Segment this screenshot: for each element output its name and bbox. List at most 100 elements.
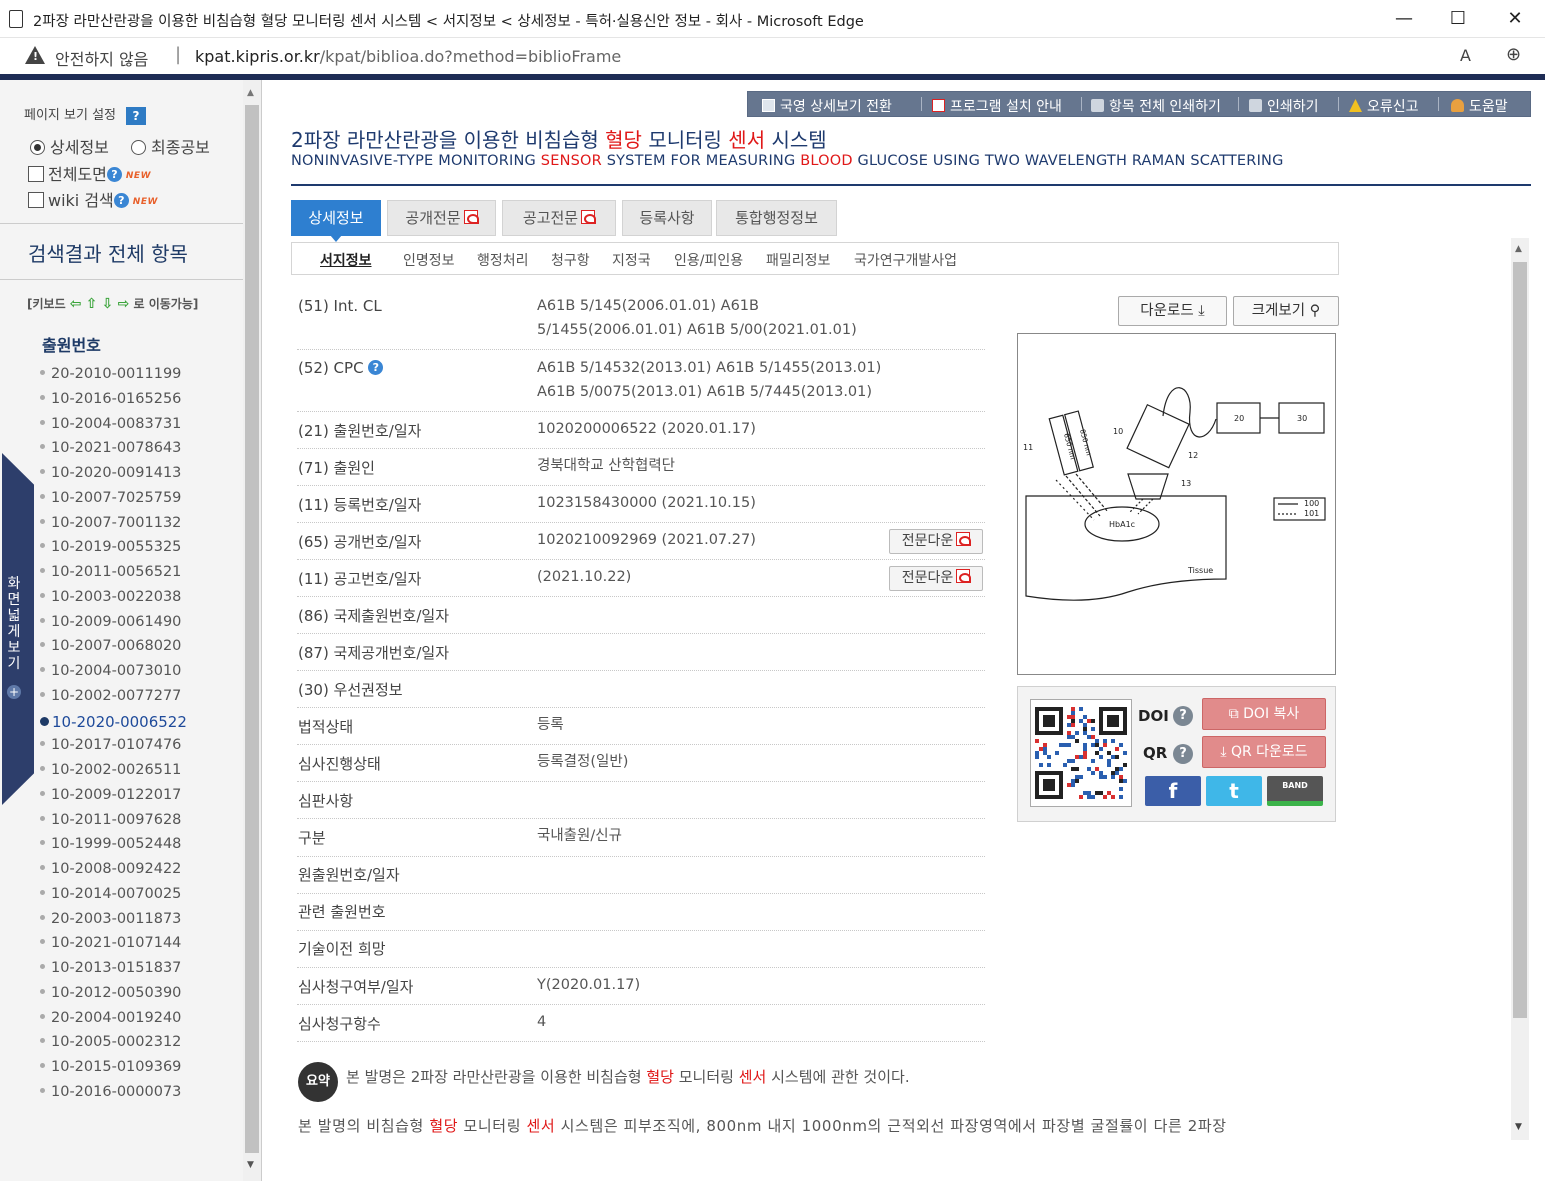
app-number-item[interactable]: 10-2007-7025759	[40, 490, 240, 515]
tab-detail[interactable]: 상세정보	[291, 200, 381, 242]
read-aloud-icon[interactable]: A	[1460, 46, 1471, 65]
app-number-item[interactable]: 10-2019-0055325	[40, 539, 240, 564]
app-number-item[interactable]: 10-1999-0052448	[40, 836, 240, 861]
title-text: 2파장 라만산란광을 이용한 비침습형	[291, 128, 606, 152]
app-number-item[interactable]: 10-2021-0107144	[40, 935, 240, 960]
report-error-button[interactable]: 오류신고	[1349, 96, 1419, 116]
tab-registration[interactable]: 등록사항	[622, 200, 712, 236]
app-number-item[interactable]: 10-2020-0091413	[40, 465, 240, 490]
help-icon[interactable]: ?	[368, 360, 384, 375]
tab-ann-full[interactable]: 공고전문	[502, 200, 616, 236]
maximize-button[interactable]: ☐	[1435, 6, 1481, 32]
close-button[interactable]: ✕	[1492, 6, 1538, 32]
representative-drawing[interactable]: 11 10 12 13 20 30 100 101 HbA1c Tissue 6…	[1017, 333, 1336, 675]
qr-download-button[interactable]: ⤓ QR 다운로드	[1202, 736, 1326, 768]
url-text[interactable]: kpat.kipris.or.kr/kpat/biblioa.do?method…	[195, 47, 621, 66]
warning-icon[interactable]	[25, 46, 45, 64]
address-bar[interactable]: 안전하지 않음 | kpat.kipris.or.kr/kpat/biblioa…	[0, 38, 1545, 74]
help-icon[interactable]: ?	[113, 193, 129, 208]
app-number-item[interactable]: 20-2004-0019240	[40, 1010, 240, 1035]
subtab-citation[interactable]: 인용/피인용	[674, 250, 743, 270]
facebook-icon[interactable]: f	[1145, 776, 1201, 806]
app-number-item[interactable]: 10-2011-0097628	[40, 812, 240, 837]
app-number-item[interactable]: 10-2005-0002312	[40, 1034, 240, 1059]
qr-module	[1123, 779, 1127, 783]
scroll-down-icon[interactable]: ▼	[1515, 1122, 1522, 1132]
doi-copy-button[interactable]: ⧉ DOI 복사	[1202, 698, 1326, 730]
subtab-rnd[interactable]: 국가연구개발사업	[854, 250, 957, 270]
app-number-item[interactable]: 20-2010-0011199	[40, 366, 240, 391]
english-view-button[interactable]: 국영 상세보기 전환	[762, 96, 892, 116]
qr-module	[1059, 743, 1063, 747]
twitter-icon[interactable]: t	[1206, 776, 1262, 806]
subtab-family[interactable]: 패밀리정보	[766, 250, 830, 270]
subtab-people[interactable]: 인명정보	[403, 250, 455, 270]
scroll-up-icon[interactable]: ▲	[247, 88, 254, 98]
security-status[interactable]: 안전하지 않음	[55, 46, 148, 70]
checkbox-full-drawing[interactable]: 전체도면? NEW	[28, 161, 151, 185]
ann-download-button[interactable]: 전문다운	[889, 566, 983, 591]
pub-download-button[interactable]: 전문다운	[889, 529, 983, 554]
band-icon[interactable]: BAND	[1267, 776, 1323, 806]
pdf-icon	[956, 532, 972, 546]
zoom-icon[interactable]: ⊕	[1506, 44, 1521, 65]
sidebar-scrollbar[interactable]: ▲ ▼	[243, 80, 261, 1181]
toolbar-separator	[921, 97, 922, 111]
help-icon[interactable]: ?	[1173, 706, 1193, 726]
app-number-item[interactable]: 10-2007-0068020	[40, 638, 240, 663]
app-number-item[interactable]: 10-2015-0109369	[40, 1059, 240, 1084]
app-number-item[interactable]: 10-2013-0151837	[40, 960, 240, 985]
app-number-item[interactable]: 10-2021-0078643	[40, 440, 240, 465]
qr-module	[1071, 759, 1075, 763]
help-icon[interactable]: ?	[106, 167, 122, 182]
row-separator	[297, 856, 985, 857]
radio-detail[interactable]: 상세정보	[30, 134, 109, 158]
app-number-item[interactable]: 10-2008-0092422	[40, 861, 240, 886]
scroll-up-icon[interactable]: ▲	[1515, 244, 1522, 254]
radio-final[interactable]: 최종공보	[131, 134, 210, 158]
app-number-item[interactable]: 10-2004-0073010	[40, 663, 240, 688]
subtab-biblio[interactable]: 서지정보	[320, 250, 372, 270]
help-icon[interactable]: ?	[1173, 744, 1193, 764]
applicant-value: 경북대학교 산학협력단	[537, 458, 676, 474]
sub-tabs: 서지정보 인명정보 행정처리 청구항 지정국 인용/피인용 패밀리정보 국가연구…	[291, 242, 1339, 275]
app-number-item[interactable]: 10-2016-0165256	[40, 391, 240, 416]
program-install-button[interactable]: 프로그램 설치 안내	[932, 96, 1062, 116]
app-number-item[interactable]: 20-2003-0011873	[40, 911, 240, 936]
subtab-designated[interactable]: 지정국	[612, 250, 651, 270]
subtab-claims[interactable]: 청구항	[551, 250, 590, 270]
app-number-item[interactable]: 10-2002-0077277	[40, 688, 240, 713]
app-number-item[interactable]: 10-2007-7001132	[40, 515, 240, 540]
app-number-item[interactable]: 10-2009-0061490	[40, 614, 240, 639]
image-download-button[interactable]: 다운로드 ⤓	[1118, 296, 1227, 326]
app-number-text: 20-2003-0011873	[51, 910, 182, 927]
print-button[interactable]: 인쇄하기	[1249, 96, 1319, 116]
app-number-item[interactable]: 10-2014-0070025	[40, 886, 240, 911]
scroll-thumb[interactable]	[245, 105, 259, 1153]
scroll-down-icon[interactable]: ▼	[247, 1160, 254, 1170]
bullet-icon	[40, 419, 45, 425]
app-number-item[interactable]: 10-2004-0083731	[40, 416, 240, 441]
app-number-item[interactable]: 10-2002-0026511	[40, 762, 240, 787]
subtab-admin[interactable]: 행정처리	[477, 250, 529, 270]
expand-view-button[interactable]: 화면넓게보기 +	[2, 453, 34, 805]
app-number-item[interactable]: 10-2017-0107476	[40, 737, 240, 762]
app-number-item[interactable]: 10-2020-0006522	[40, 713, 240, 738]
qr-code[interactable]	[1030, 699, 1132, 807]
program-install-label: 프로그램 설치 안내	[950, 99, 1062, 115]
scroll-thumb[interactable]	[1513, 262, 1527, 1018]
app-number-item[interactable]: 10-2003-0022038	[40, 589, 240, 614]
help-icon[interactable]: ?	[126, 106, 146, 125]
print-all-button[interactable]: 항목 전체 인쇄하기	[1091, 96, 1221, 116]
app-number-item[interactable]: 10-2016-0000073	[40, 1084, 240, 1109]
app-number-item[interactable]: 10-2011-0056521	[40, 564, 240, 589]
help-button[interactable]: 도움말	[1451, 96, 1508, 116]
app-number-item[interactable]: 10-2009-0122017	[40, 787, 240, 812]
tab-pub-full[interactable]: 공개전문	[387, 200, 496, 236]
app-number-item[interactable]: 10-2012-0050390	[40, 985, 240, 1010]
checkbox-wiki[interactable]: wiki 검색? NEW	[28, 187, 158, 211]
minimize-button[interactable]: —	[1381, 6, 1427, 32]
content-scrollbar[interactable]: ▲ ▼	[1511, 238, 1529, 1140]
tab-admin[interactable]: 통합행정정보	[716, 200, 837, 236]
image-enlarge-button[interactable]: 크게보기 ⚲	[1233, 296, 1339, 326]
